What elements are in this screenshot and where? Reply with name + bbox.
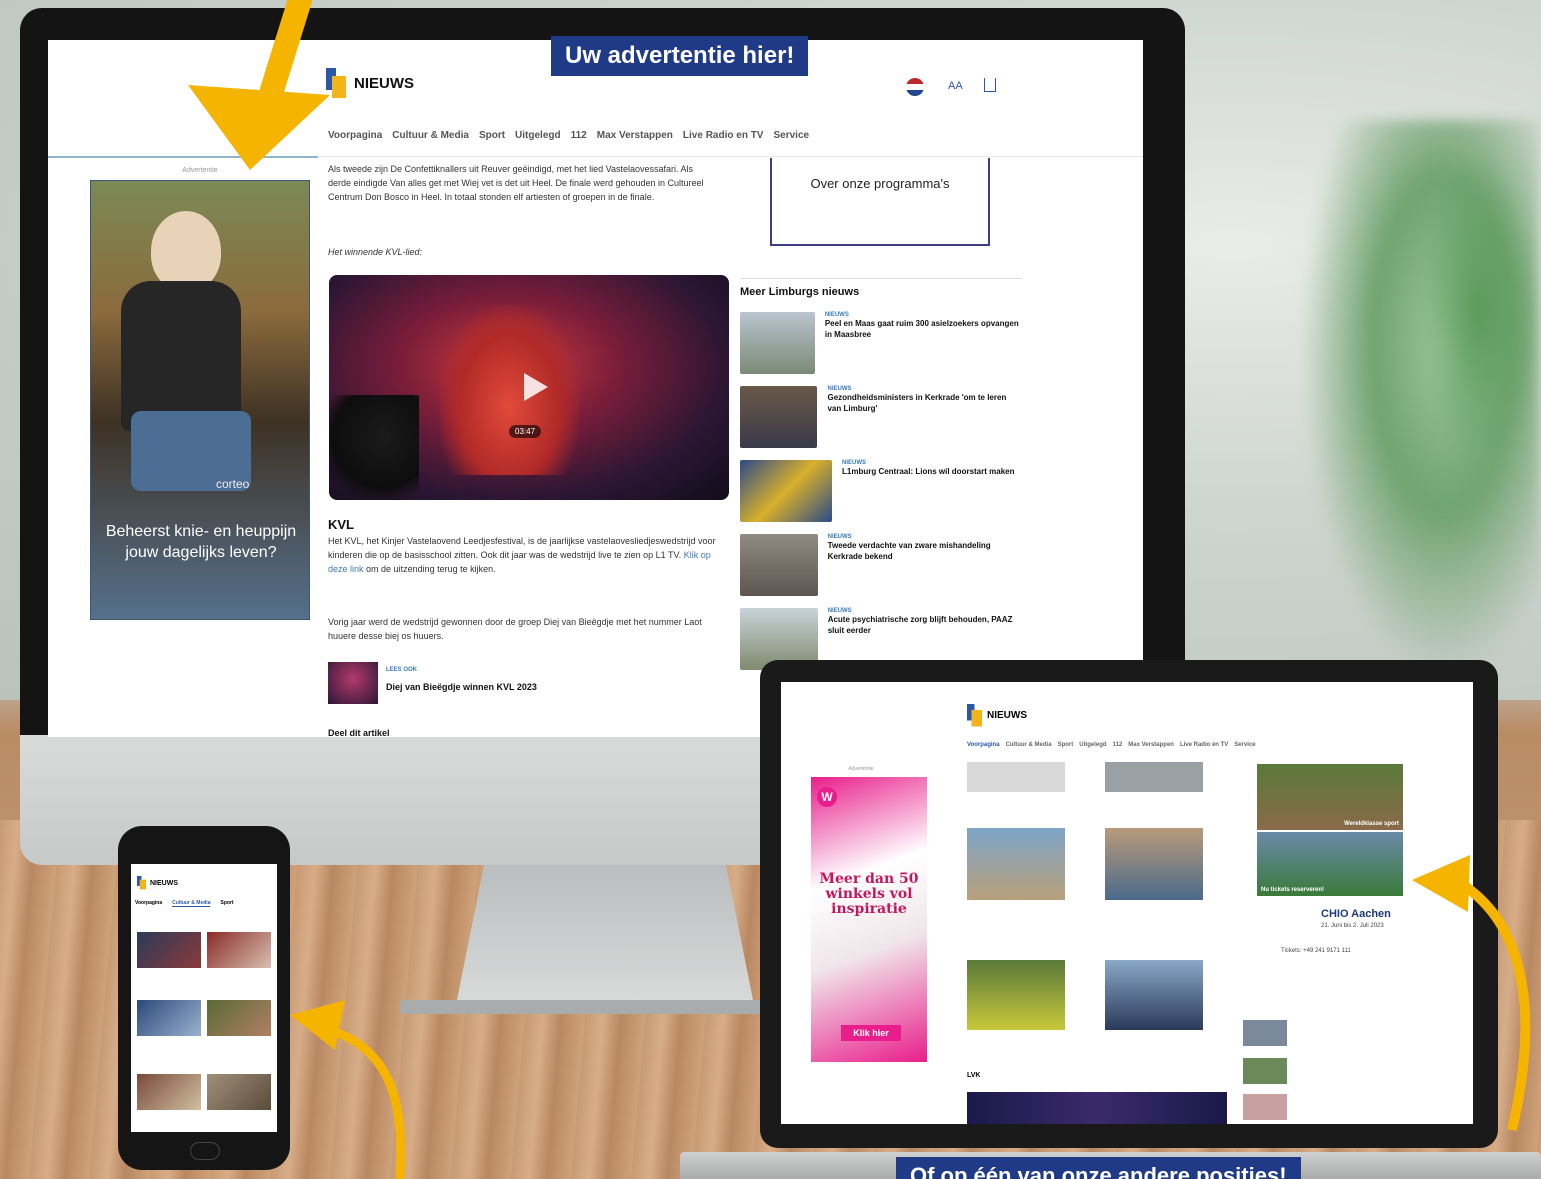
arrow-to-laptop-tile-icon — [1412, 855, 1531, 1132]
arrow-to-phone-icon — [290, 1000, 406, 1179]
arrows-overlay — [188, 0, 1531, 1179]
arrow-to-skyscraper-icon — [188, 0, 330, 170]
